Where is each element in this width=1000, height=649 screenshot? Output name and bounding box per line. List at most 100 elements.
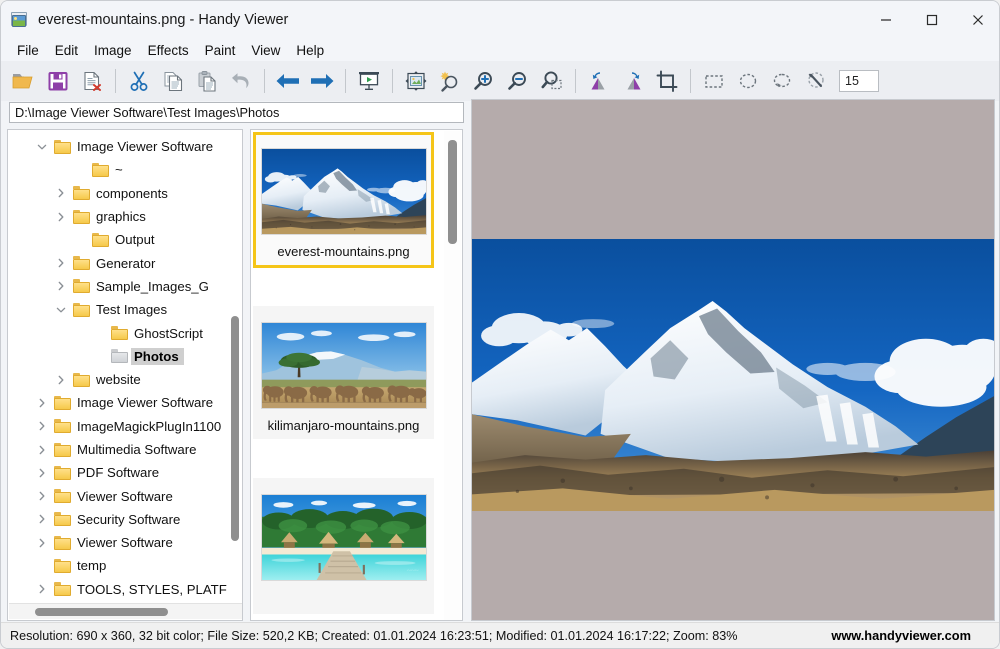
status-bar: Resolution: 690 x 360, 32 bit color; Fil… <box>1 622 999 648</box>
zoom-out-icon[interactable] <box>501 64 535 98</box>
menu-file[interactable]: File <box>9 41 47 60</box>
save-icon[interactable] <box>41 64 75 98</box>
toolbar-separator <box>690 69 691 93</box>
copy-icon[interactable] <box>156 64 190 98</box>
rotate-right-icon[interactable] <box>616 64 650 98</box>
chevron-right-icon[interactable] <box>35 466 49 480</box>
delete-file-icon[interactable] <box>75 64 109 98</box>
tree-item-image-viewer-software[interactable]: Image Viewer Software <box>8 135 242 158</box>
thumbnail-scroll-thumb[interactable] <box>448 140 457 244</box>
menu-effects[interactable]: Effects <box>140 41 197 60</box>
chevron-right-icon[interactable] <box>35 443 49 457</box>
title-bar: everest-mountains.png - Handy Viewer <box>1 1 999 39</box>
rotate-left-icon[interactable] <box>582 64 616 98</box>
thumbnail-item[interactable] <box>253 478 434 614</box>
zoom-in-icon[interactable] <box>467 64 501 98</box>
tree-item-imagemagickplugin1100[interactable]: ImageMagickPlugIn1100 <box>8 415 242 438</box>
tree-item-photos[interactable]: Photos <box>8 345 242 368</box>
folder-icon <box>54 465 71 480</box>
undo-icon[interactable] <box>224 64 258 98</box>
rectangle-select-icon[interactable] <box>697 64 731 98</box>
fit-to-window-icon[interactable] <box>399 64 433 98</box>
thumbnail-vertical-scrollbar[interactable] <box>444 131 461 620</box>
previous-image-icon[interactable] <box>271 64 305 98</box>
tree-item-temp[interactable]: temp <box>8 554 242 577</box>
chevron-right-icon[interactable] <box>35 536 49 550</box>
path-input[interactable]: D:\Image Viewer Software\Test Images\Pho… <box>9 102 464 123</box>
zoom-level-input[interactable]: 15 <box>839 70 879 92</box>
tree-item-tools-styles-platf[interactable]: TOOLS, STYLES, PLATF <box>8 578 242 601</box>
chevron-right-icon[interactable] <box>35 489 49 503</box>
tree-item-image-viewer-software[interactable]: Image Viewer Software <box>8 391 242 414</box>
magic-wand-icon[interactable] <box>799 64 833 98</box>
thumbnail-filename: everest-mountains.png <box>277 244 410 259</box>
folder-icon <box>73 372 90 387</box>
zoom-selection-icon[interactable] <box>535 64 569 98</box>
tree-item-multimedia-software[interactable]: Multimedia Software <box>8 438 242 461</box>
toolbar-separator <box>115 69 116 93</box>
chevron-right-icon[interactable] <box>35 512 49 526</box>
tree-item-generator[interactable]: Generator <box>8 251 242 274</box>
open-file-icon[interactable] <box>7 64 41 98</box>
menu-bar: File Edit Image Effects Paint View Help <box>1 39 999 61</box>
thumbnail-filename: kilimanjaro-mountains.png <box>267 418 420 433</box>
ellipse-select-icon[interactable] <box>731 64 765 98</box>
tree-item-label: PDF Software <box>77 465 160 481</box>
folder-tree-panel[interactable]: Image Viewer Software ~ components graphics… <box>7 129 243 621</box>
menu-edit[interactable]: Edit <box>47 41 86 60</box>
chevron-down-icon[interactable] <box>54 303 68 317</box>
chevron-right-icon[interactable] <box>35 582 49 596</box>
thumbnail-item[interactable]: everest-mountains.png <box>253 132 434 268</box>
lasso-select-icon[interactable] <box>765 64 799 98</box>
maximize-button[interactable] <box>909 1 955 39</box>
tree-vertical-scrollbar[interactable] <box>231 316 239 541</box>
tree-item-label: temp <box>77 558 107 574</box>
tree-item-ghostscript[interactable]: GhostScript <box>8 321 242 344</box>
tree-hscroll-thumb[interactable] <box>35 608 168 616</box>
chevron-right-icon[interactable] <box>35 396 49 410</box>
thumbnail-panel[interactable]: everest-mountains.png kilimanjaro-mountai… <box>250 129 463 621</box>
folder-icon <box>92 232 109 247</box>
tree-item-viewer-software[interactable]: Viewer Software <box>8 484 242 507</box>
menu-view[interactable]: View <box>243 41 288 60</box>
image-preview-panel[interactable] <box>471 99 995 621</box>
tree-item-sample-images-g[interactable]: Sample_Images_G <box>8 275 242 298</box>
chevron-right-icon[interactable] <box>54 373 68 387</box>
next-image-icon[interactable] <box>305 64 339 98</box>
menu-paint[interactable]: Paint <box>197 41 244 60</box>
tree-item-[interactable]: ~ <box>8 158 242 181</box>
tree-item-output[interactable]: Output <box>8 228 242 251</box>
thumbnail-item[interactable]: kilimanjaro-mountains.png <box>253 306 434 439</box>
tree-item-website[interactable]: website <box>8 368 242 391</box>
chevron-down-icon[interactable] <box>35 140 49 154</box>
chevron-right-icon[interactable] <box>54 186 68 200</box>
chevron-right-icon[interactable] <box>54 279 68 293</box>
thumbnail-image <box>260 148 427 235</box>
close-button[interactable] <box>955 1 999 39</box>
chevron-right-icon[interactable] <box>54 256 68 270</box>
cut-icon[interactable] <box>122 64 156 98</box>
menu-image[interactable]: Image <box>86 41 140 60</box>
tree-item-pdf-software[interactable]: PDF Software <box>8 461 242 484</box>
minimize-button[interactable] <box>863 1 909 39</box>
website-url: www.handyviewer.com <box>831 628 971 643</box>
tree-item-components[interactable]: components <box>8 182 242 205</box>
toolbar: 15 <box>1 61 999 101</box>
paste-icon[interactable] <box>190 64 224 98</box>
tree-item-security-software[interactable]: Security Software <box>8 508 242 531</box>
tree-item-graphics[interactable]: graphics <box>8 205 242 228</box>
tree-horizontal-scrollbar[interactable] <box>9 603 242 619</box>
chevron-right-icon[interactable] <box>54 210 68 224</box>
chevron-right-icon[interactable] <box>35 419 49 433</box>
folder-icon <box>54 512 71 527</box>
slideshow-icon[interactable] <box>352 64 386 98</box>
menu-help[interactable]: Help <box>288 41 332 60</box>
adjust-brightness-icon[interactable] <box>433 64 467 98</box>
twisty-empty <box>73 163 87 177</box>
crop-icon[interactable] <box>650 64 684 98</box>
tree-item-viewer-software[interactable]: Viewer Software <box>8 531 242 554</box>
tree-item-test-images[interactable]: Test Images <box>8 298 242 321</box>
folder-icon <box>73 302 90 317</box>
folder-icon <box>111 326 128 341</box>
tree-item-label: Generator <box>96 255 156 271</box>
